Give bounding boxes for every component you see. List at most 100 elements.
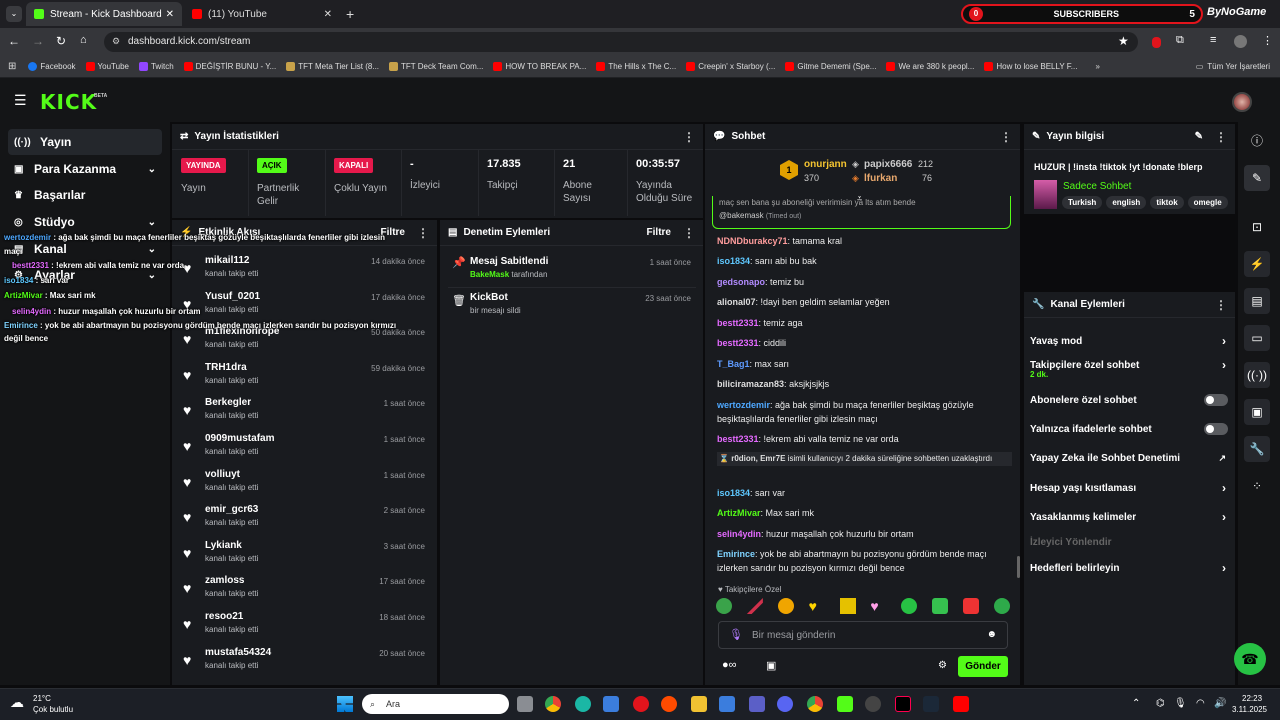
file-explorer-icon[interactable] bbox=[691, 696, 707, 712]
store-icon[interactable]: ▣ bbox=[766, 659, 776, 672]
sidebar-item-studyo[interactable]: ◎ Stüdyo ⌄ bbox=[8, 209, 162, 235]
tag[interactable]: omegle bbox=[1187, 196, 1228, 209]
bookmark-item[interactable]: Gitme Dememi (Spe... bbox=[785, 62, 876, 71]
tag[interactable]: tiktok bbox=[1150, 196, 1184, 209]
more-options-icon[interactable]: ⋮ bbox=[417, 226, 429, 240]
edit-layout-icon[interactable]: ✎ bbox=[1244, 165, 1270, 191]
toggle-switch[interactable] bbox=[1204, 423, 1228, 435]
tab-kick-dashboard[interactable]: Stream - Kick Dashboard ✕ bbox=[26, 2, 182, 26]
taskbar-search[interactable]: ⌕ Ara bbox=[362, 694, 509, 714]
bookmark-item[interactable]: We are 380 k peopl... bbox=[886, 62, 974, 71]
tiktok-icon[interactable] bbox=[895, 696, 911, 712]
task-view-icon[interactable] bbox=[517, 696, 533, 712]
tag[interactable]: Turkish bbox=[1062, 196, 1103, 209]
hamburger-menu-icon[interactable]: ☰ bbox=[14, 92, 27, 109]
emote-7-icon[interactable] bbox=[901, 598, 918, 614]
more-bookmarks-icon[interactable]: » bbox=[1095, 62, 1099, 71]
community-icon[interactable]: ⁘ bbox=[1244, 473, 1270, 499]
volume-icon[interactable]: 🔊 bbox=[1214, 698, 1226, 709]
chat-users-icon[interactable]: ●∞ bbox=[722, 659, 737, 671]
more-options-icon[interactable]: ⋮ bbox=[683, 130, 695, 144]
channel-action-item[interactable]: Takipçilere özel sohbet › bbox=[1030, 358, 1230, 372]
channel-action-item[interactable]: Yavaş mod › bbox=[1030, 334, 1230, 348]
stream-settings-icon[interactable]: ▣ bbox=[1244, 399, 1270, 425]
bookmark-item[interactable]: How to lose BELLY F... bbox=[984, 62, 1077, 71]
more-options-icon[interactable]: ⋮ bbox=[1215, 130, 1227, 144]
emote-6-icon[interactable]: ♥ bbox=[870, 598, 886, 614]
tag[interactable]: english bbox=[1106, 196, 1147, 209]
wifi-icon[interactable]: ◠ bbox=[1196, 698, 1205, 709]
edit-icon[interactable]: ✎ bbox=[1195, 131, 1203, 142]
info-icon[interactable]: ⓘ bbox=[1244, 128, 1270, 154]
forward-icon[interactable]: → bbox=[32, 34, 44, 48]
chat-bubble-icon[interactable]: ▭ bbox=[1244, 325, 1270, 351]
kick-logo[interactable]: KICK bbox=[40, 90, 97, 114]
sidebar-item-yayin[interactable]: ((·)) Yayın bbox=[8, 129, 162, 155]
teams-icon[interactable] bbox=[749, 696, 765, 712]
discord-icon[interactable] bbox=[777, 696, 793, 712]
filter-button[interactable]: Filtre bbox=[647, 227, 671, 238]
bookmark-item[interactable]: TFT Meta Tier List (8... bbox=[286, 62, 379, 71]
emote-1-icon[interactable] bbox=[716, 598, 732, 614]
kick-app-icon[interactable] bbox=[837, 696, 853, 712]
channel-action-item[interactable]: Hedefleri belirleyin › bbox=[1030, 561, 1230, 575]
microphone-icon[interactable]: 🎙 bbox=[729, 628, 743, 641]
emote-9-icon[interactable] bbox=[963, 598, 979, 614]
category-link[interactable]: Sadece Sohbet bbox=[1063, 181, 1131, 192]
category-thumbnail[interactable] bbox=[1034, 180, 1057, 209]
channel-action-item[interactable]: Abonelere özel sohbet bbox=[1030, 393, 1230, 407]
weather-icon[interactable]: ☁ bbox=[10, 694, 24, 711]
channel-action-item[interactable]: Hesap yaşı kısıtlaması › bbox=[1030, 481, 1230, 495]
channel-action-item[interactable]: Yalnızca ifadelerle sohbet bbox=[1030, 422, 1230, 436]
bookmark-item[interactable]: DEĞİŞTİR BUNU - Y... bbox=[183, 62, 276, 71]
tray-chevron-icon[interactable]: ⌃ bbox=[1132, 698, 1140, 709]
channel-action-item[interactable]: Yasaklanmış kelimeler › bbox=[1030, 510, 1230, 524]
emote-10-icon[interactable] bbox=[993, 598, 1010, 614]
mail-icon[interactable] bbox=[719, 696, 735, 712]
apps-grid-icon[interactable]: ⊞ bbox=[8, 61, 16, 72]
lightning-icon[interactable]: ⚡ bbox=[1244, 251, 1270, 277]
profile-avatar-icon[interactable] bbox=[1234, 35, 1247, 48]
edge-icon[interactable] bbox=[575, 696, 591, 712]
emote-3-icon[interactable] bbox=[777, 598, 794, 614]
opera-icon[interactable] bbox=[633, 696, 649, 712]
channel-action-item[interactable]: Yapay Zeka ile Sohbet Denetimi ↗ bbox=[1030, 451, 1230, 465]
chat-input[interactable]: 🎙 Bir mesaj gönderin ☻ bbox=[718, 621, 1008, 649]
sidebar-item-basarilar[interactable]: ♛ Başarılar bbox=[8, 182, 162, 208]
emoji-icon[interactable]: ☻ bbox=[986, 629, 997, 640]
youtube-icon[interactable] bbox=[953, 696, 969, 712]
app-icon[interactable] bbox=[865, 696, 881, 712]
steam-icon[interactable] bbox=[923, 696, 939, 712]
reload-icon[interactable]: ↻ bbox=[56, 34, 66, 48]
microphone-tray-icon[interactable]: 🎙 bbox=[1174, 698, 1187, 709]
emote-2-icon[interactable] bbox=[746, 598, 763, 614]
bookmark-facebook[interactable]: Facebook bbox=[28, 62, 76, 71]
bookmark-item[interactable]: Creepin' x Starboy (... bbox=[686, 62, 775, 71]
emote-5-icon[interactable] bbox=[839, 598, 856, 614]
tab-youtube[interactable]: (11) YouTube ✕ bbox=[184, 2, 340, 26]
back-icon[interactable]: ← bbox=[8, 34, 20, 48]
close-tab-icon[interactable]: ✕ bbox=[166, 9, 174, 20]
wrench-icon[interactable]: 🔧 bbox=[1244, 436, 1270, 462]
support-button[interactable]: ☎ bbox=[1234, 643, 1266, 675]
new-tab-button[interactable]: + bbox=[346, 6, 354, 22]
extensions-icon[interactable]: ⧉ bbox=[1176, 34, 1184, 47]
extension-red-icon[interactable] bbox=[1152, 37, 1161, 48]
all-bookmarks-folder[interactable]: ▭ Tüm Yer İşaretleri bbox=[1196, 62, 1270, 71]
chrome-active-icon[interactable] bbox=[807, 696, 823, 712]
chrome-icon[interactable] bbox=[545, 696, 561, 712]
bookmark-item[interactable]: HOW TO BREAK PA... bbox=[493, 62, 586, 71]
url-field[interactable]: dashboard.kick.com/stream bbox=[104, 32, 1138, 52]
home-icon[interactable]: ⌂ bbox=[80, 34, 87, 46]
steelseries-icon[interactable] bbox=[661, 696, 677, 712]
emote-4-icon[interactable]: ♥ bbox=[809, 598, 825, 614]
bookmark-item[interactable]: The Hills x The C... bbox=[596, 62, 676, 71]
emote-8-icon[interactable] bbox=[932, 598, 949, 614]
more-options-icon[interactable]: ⋮ bbox=[1000, 130, 1012, 144]
site-info-icon[interactable]: ⚙ bbox=[112, 36, 120, 47]
send-button[interactable]: Gönder bbox=[958, 656, 1008, 677]
sidebar-item-para-kazanma[interactable]: ▣ Para Kazanma ⌄ bbox=[8, 156, 162, 182]
toggle-switch[interactable] bbox=[1204, 394, 1228, 406]
chat-scrollbar[interactable] bbox=[1017, 556, 1020, 578]
more-options-icon[interactable]: ⋮ bbox=[1215, 298, 1227, 312]
